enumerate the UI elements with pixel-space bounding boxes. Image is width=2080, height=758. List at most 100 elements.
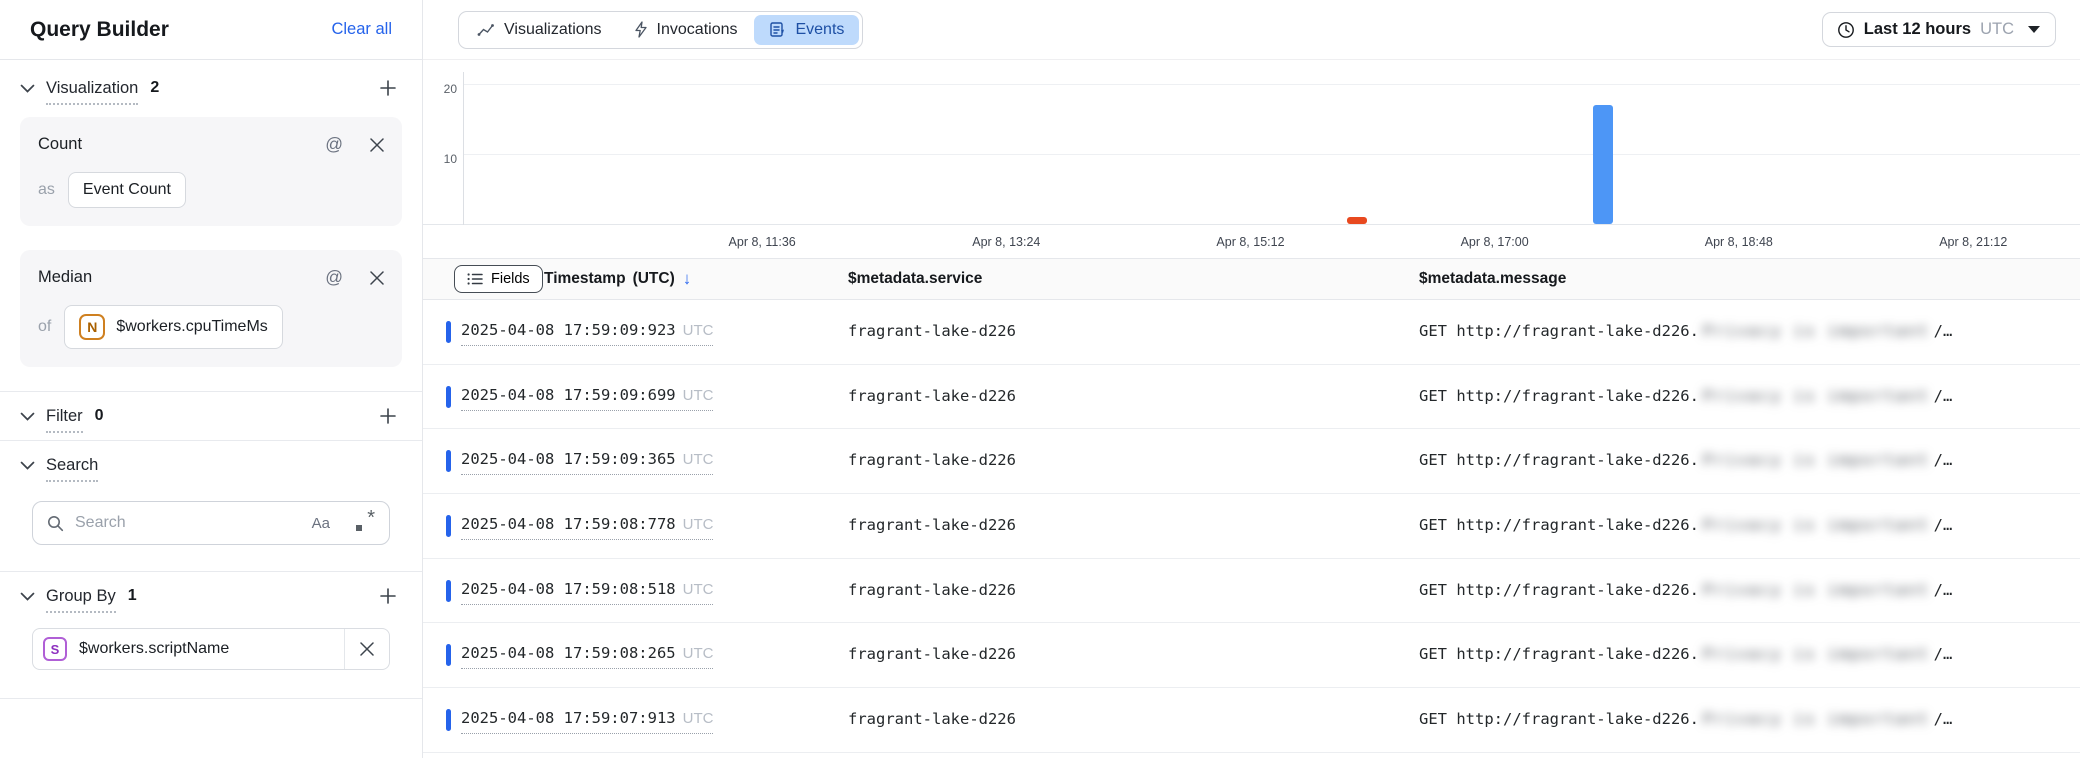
table-row[interactable]: 2025-04-08 17:59:09:923UTC fragrant-lake… — [423, 300, 2080, 365]
message-prefix: GET http://fragrant-lake-d226. — [1419, 645, 1699, 663]
message-cell: GET http://fragrant-lake-d226.Privacy is… — [1419, 581, 1952, 599]
search-section: Search Aa * — [0, 441, 422, 571]
search-icon — [47, 515, 64, 532]
add-filter-button[interactable] — [374, 402, 402, 430]
group-by-section-label[interactable]: Group By — [46, 587, 116, 613]
gridline-10 — [464, 154, 2080, 155]
table-row[interactable]: 2025-04-08 17:59:08:518UTC fragrant-lake… — [423, 559, 2080, 624]
remove-visualization-button[interactable] — [370, 138, 384, 152]
filter-section: Filter 0 — [0, 392, 422, 440]
search-input[interactable] — [75, 514, 301, 532]
divider — [0, 698, 422, 699]
filter-count: 0 — [95, 407, 104, 425]
message-cell: GET http://fragrant-lake-d226.Privacy is… — [1419, 645, 1952, 663]
tab-label: Invocations — [657, 21, 738, 39]
service-cell: fragrant-lake-d226 — [848, 710, 1016, 728]
events-table: Fields Timestamp (UTC) ↓ $metadata.servi… — [423, 258, 2080, 758]
service-cell: fragrant-lake-d226 — [848, 516, 1016, 534]
timestamp-value: 2025-04-08 17:59:09:699 — [461, 386, 676, 404]
message-prefix: GET http://fragrant-lake-d226. — [1419, 387, 1699, 405]
chevron-down-icon[interactable] — [20, 412, 35, 421]
tab-events[interactable]: Events — [754, 15, 859, 45]
tab-visualizations[interactable]: Visualizations — [462, 15, 617, 45]
timezone-suffix: UTC — [683, 516, 714, 533]
connector-label: of — [38, 318, 51, 336]
x-axis-line — [423, 224, 2080, 225]
timezone-suffix: UTC — [683, 710, 714, 727]
table-row[interactable]: 2025-04-08 17:59:08:265UTC fragrant-lake… — [423, 623, 2080, 688]
fields-button[interactable]: Fields — [454, 265, 543, 293]
group-by-section: Group By 1 S $workers.scriptName — [0, 572, 422, 698]
lightning-icon — [634, 21, 648, 38]
chart-bar[interactable] — [1347, 217, 1367, 224]
x-axis-tick: Apr 8, 18:48 — [1705, 235, 1773, 249]
at-icon[interactable]: @ — [325, 267, 343, 288]
timezone-suffix: UTC — [683, 322, 714, 339]
chevron-down-icon[interactable] — [20, 84, 35, 93]
timestamp-cell[interactable]: 2025-04-08 17:59:08:518UTC — [461, 580, 713, 605]
event-indicator-bar — [446, 321, 451, 343]
time-range-dropdown[interactable]: Last 12 hours UTC — [1822, 12, 2056, 47]
timestamp-cell[interactable]: 2025-04-08 17:59:08:265UTC — [461, 644, 713, 669]
query-builder-sidebar: Query Builder Clear all Visualization 2 … — [0, 0, 423, 758]
timestamp-value: 2025-04-08 17:59:08:778 — [461, 515, 676, 533]
visualization-section-label[interactable]: Visualization — [46, 79, 138, 105]
clear-all-link[interactable]: Clear all — [331, 20, 392, 39]
group-by-field[interactable]: S $workers.scriptName — [32, 628, 390, 670]
message-cell: GET http://fragrant-lake-d226.Privacy is… — [1419, 516, 1952, 534]
timestamp-cell[interactable]: 2025-04-08 17:59:08:778 UTC — [461, 515, 713, 540]
add-visualization-button[interactable] — [374, 74, 402, 102]
group-by-value: $workers.scriptName — [79, 640, 344, 658]
timestamp-value: 2025-04-08 17:59:08:518 — [461, 580, 676, 598]
message-suffix: /… — [1934, 710, 1953, 728]
filter-section-label[interactable]: Filter — [46, 407, 83, 433]
message-suffix: /… — [1934, 645, 1953, 663]
events-icon — [769, 21, 786, 38]
service-cell: fragrant-lake-d226 — [848, 322, 1016, 340]
tab-invocations[interactable]: Invocations — [619, 15, 753, 45]
timestamp-cell[interactable]: 2025-04-08 17:59:09:923UTC — [461, 321, 713, 346]
column-header-message: $metadata.message — [1419, 270, 1566, 288]
case-sensitivity-toggle[interactable]: Aa — [312, 515, 330, 532]
sort-desc-icon[interactable]: ↓ — [683, 269, 692, 289]
service-cell: fragrant-lake-d226 — [848, 645, 1016, 663]
service-cell: fragrant-lake-d226 — [848, 451, 1016, 469]
timestamp-cell[interactable]: 2025-04-08 17:59:09:699UTC — [461, 386, 713, 411]
visualization-card-median: Median @ of N $workers.cpuTimeMs — [20, 250, 402, 367]
add-group-by-button[interactable] — [374, 582, 402, 610]
table-row[interactable]: 2025-04-08 17:59:09:365UTC fragrant-lake… — [423, 429, 2080, 494]
tab-label: Events — [795, 21, 844, 39]
visualization-field-selector[interactable]: N $workers.cpuTimeMs — [64, 305, 282, 349]
redacted-text: Privacy is important — [1703, 322, 1930, 340]
at-icon[interactable]: @ — [325, 134, 343, 155]
chevron-down-icon[interactable] — [20, 592, 35, 601]
regex-toggle-icon[interactable]: * — [355, 513, 375, 533]
timestamp-cell[interactable]: 2025-04-08 17:59:09:365UTC — [461, 450, 713, 475]
table-header-row: Fields Timestamp (UTC) ↓ $metadata.servi… — [423, 258, 2080, 300]
message-cell: GET http://fragrant-lake-d226.Privacy is… — [1419, 322, 1952, 340]
table-row[interactable]: 2025-04-08 17:59:07:913UTC fragrant-lake… — [423, 688, 2080, 753]
y-axis-line — [463, 72, 464, 225]
main-panel: Visualizations Invocations Events — [423, 0, 2080, 758]
timestamp-cell[interactable]: 2025-04-08 17:59:07:913UTC — [461, 709, 713, 734]
remove-visualization-button[interactable] — [370, 271, 384, 285]
table-row[interactable]: 2025-04-08 17:59:08:778 UTC fragrant-lake… — [423, 494, 2080, 559]
table-row[interactable]: 2025-04-08 17:59:09:699UTC fragrant-lake… — [423, 365, 2080, 430]
redacted-text: Privacy is important — [1703, 645, 1930, 663]
service-cell: fragrant-lake-d226 — [848, 387, 1016, 405]
service-cell: fragrant-lake-d226 — [848, 581, 1016, 599]
visualization-alias-field[interactable]: Event Count — [68, 172, 186, 208]
search-section-label[interactable]: Search — [46, 456, 98, 482]
message-suffix: /… — [1934, 451, 1953, 469]
alias-value: Event Count — [83, 181, 171, 199]
x-axis-tick: Apr 8, 13:24 — [972, 235, 1040, 249]
remove-group-by-button[interactable] — [345, 642, 389, 656]
view-tab-group: Visualizations Invocations Events — [458, 11, 863, 49]
numeric-type-badge: N — [79, 314, 105, 340]
chevron-down-icon[interactable] — [20, 461, 35, 470]
gridline-20 — [464, 84, 2080, 85]
time-range-label: Last 12 hours — [1864, 20, 1971, 39]
chart-bar[interactable] — [1593, 105, 1613, 224]
x-axis-tick: Apr 8, 15:12 — [1216, 235, 1284, 249]
visualization-title: Count — [38, 135, 325, 154]
